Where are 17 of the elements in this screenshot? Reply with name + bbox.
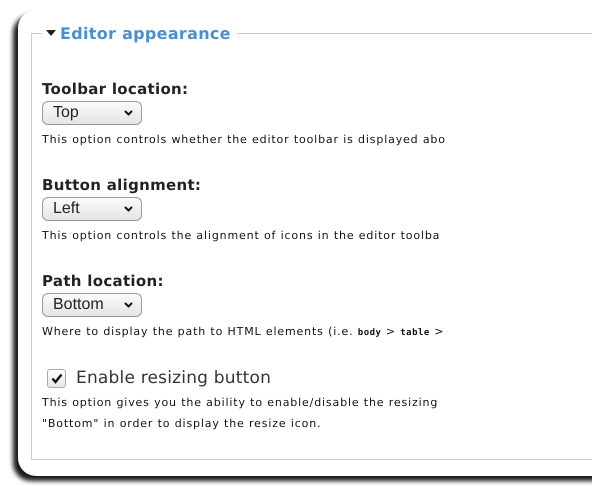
checkbox[interactable]	[47, 368, 66, 388]
field-description: This option gives you the ability to enable/disable the resizing "Bottom" in order to display the resize icon.	[42, 395, 440, 432]
field-label: Toolbar location:	[42, 80, 190, 98]
checkmark-icon	[50, 372, 62, 384]
collapse-triangle-icon[interactable]	[46, 29, 56, 37]
field-description: This option controls whether the editor toolbar is displayed abo	[42, 132, 447, 148]
field-description: Where to display the path to HTML elements (i.e. body > table >	[42, 324, 446, 340]
field-label: Path location:	[42, 272, 165, 290]
field-label: Button alignment:	[42, 176, 202, 194]
dropdown-select[interactable]: Top	[42, 101, 142, 125]
dropdown-select[interactable]: Bottom	[42, 293, 142, 317]
field-description: This option controls the alignment of icons in the editor toolba	[42, 228, 442, 244]
dropdown-select[interactable]: Left	[42, 197, 142, 221]
chevron-down-icon	[124, 206, 133, 212]
chevron-down-icon	[124, 302, 133, 308]
chevron-down-icon	[124, 110, 133, 116]
checkbox-label[interactable]: Enable resizing button	[76, 368, 272, 388]
